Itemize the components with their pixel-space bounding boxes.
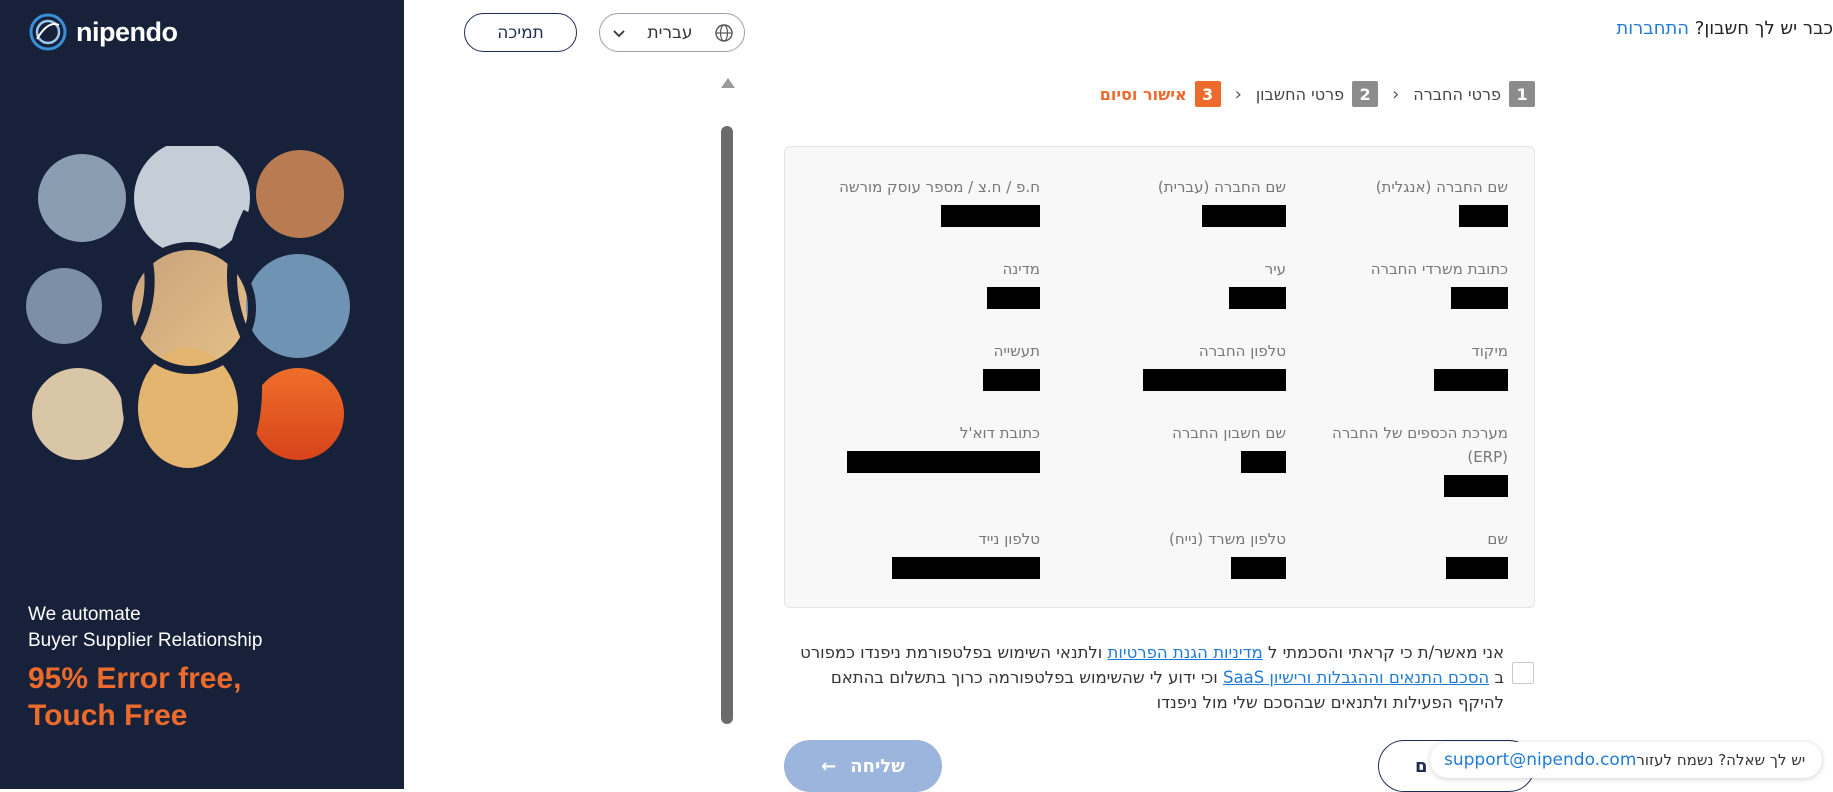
scroll-up-arrow-icon[interactable] bbox=[721, 78, 735, 88]
field-country: מדינה bbox=[808, 257, 1040, 339]
globe-icon bbox=[715, 23, 733, 42]
field-email: כתובת דוא'ל bbox=[808, 421, 1040, 527]
redacted-value bbox=[892, 557, 1040, 579]
step-company-details: 1 פרטי החברה bbox=[1413, 81, 1535, 107]
progress-stepper: 1 פרטי החברה ‹ 2 פרטי החשבון ‹ 3 אישור ו… bbox=[1060, 80, 1535, 108]
field-erp: מערכת הכספים של החברה (ERP) bbox=[1286, 421, 1508, 527]
field-label: מיקוד bbox=[1471, 342, 1508, 360]
redacted-value bbox=[987, 287, 1040, 309]
field-mobile-phone: טלפון נייד bbox=[808, 527, 1040, 609]
redacted-value bbox=[1444, 475, 1508, 497]
field-label: מדינה bbox=[1002, 260, 1040, 278]
field-label: תעשייה bbox=[993, 342, 1040, 360]
support-email-link[interactable]: support@nipendo.com bbox=[1444, 750, 1636, 770]
privacy-policy-link[interactable]: מדיניות הגנת הפרטיות bbox=[1108, 643, 1263, 662]
field-office-address: כתובת משרדי החברה bbox=[1286, 257, 1508, 339]
field-label: עיר bbox=[1264, 260, 1286, 278]
field-label: כתובת דוא'ל bbox=[959, 424, 1040, 442]
field-zip: מיקוד bbox=[1286, 339, 1508, 421]
summary-grid: שם החברה (אנגלית) שם החברה (עברית) ח.פ /… bbox=[808, 175, 1508, 609]
chevron-left-icon: ‹ bbox=[1234, 83, 1242, 105]
step-number: 2 bbox=[1352, 81, 1379, 107]
field-label: מערכת הכספים של החברה (ERP) bbox=[1332, 424, 1508, 466]
chevron-left-icon: ‹ bbox=[1392, 83, 1400, 105]
tagline-line-1: We automate bbox=[28, 604, 141, 625]
step-account-details: 2 פרטי החשבון bbox=[1255, 81, 1379, 107]
step-label: פרטי החברה bbox=[1413, 84, 1501, 104]
consent-checkbox[interactable] bbox=[1512, 662, 1534, 684]
headline-line-2: Touch Free bbox=[28, 699, 188, 732]
redacted-value bbox=[1459, 205, 1508, 227]
field-label: שם חשבון החברה bbox=[1172, 424, 1286, 442]
arrow-left-icon: ← bbox=[821, 755, 837, 777]
tagline-line-2: Buyer Supplier Relationship bbox=[28, 630, 263, 651]
field-company-phone: טלפון החברה bbox=[1040, 339, 1286, 421]
back-label: ם bbox=[1415, 755, 1428, 777]
redacted-value bbox=[1241, 451, 1286, 473]
field-label: טלפון החברה bbox=[1198, 342, 1286, 360]
redacted-value bbox=[1446, 557, 1508, 579]
step-label: פרטי החשבון bbox=[1255, 84, 1345, 104]
field-company-id: ח.פ / ח.צ / מספר עוסק מורשה bbox=[808, 175, 1040, 257]
step-number: 3 bbox=[1194, 81, 1221, 107]
field-account-name: שם חשבון החברה bbox=[1040, 421, 1286, 527]
redacted-value bbox=[847, 451, 1040, 473]
help-text: יש לך שאלה? נשמח לעזור bbox=[1636, 751, 1806, 769]
consent-text: אני מאשר/ת כי קראתי והסכמתי ל מדיניות הג… bbox=[800, 640, 1504, 715]
hero-illustration bbox=[26, 146, 350, 468]
redacted-value bbox=[941, 205, 1040, 227]
redacted-value bbox=[1229, 287, 1286, 309]
field-label: שם החברה (עברית) bbox=[1157, 178, 1286, 196]
field-label: שם bbox=[1487, 530, 1508, 548]
brand-logo[interactable]: nipendo bbox=[28, 12, 178, 52]
step-number: 1 bbox=[1509, 81, 1535, 107]
redacted-value bbox=[1202, 205, 1286, 227]
field-company-name-he: שם החברה (עברית) bbox=[1040, 175, 1286, 257]
redacted-value bbox=[983, 369, 1040, 391]
brand-name: nipendo bbox=[76, 16, 178, 47]
field-office-phone: טלפון משרד (נייח) bbox=[1040, 527, 1286, 609]
step-confirm-finish: 3 אישור וסיום bbox=[1100, 81, 1221, 107]
login-prompt: כבר יש לך חשבון? התחברות bbox=[1616, 18, 1833, 39]
support-button[interactable]: תמיכה bbox=[464, 13, 577, 52]
step-label: אישור וסיום bbox=[1099, 84, 1187, 104]
field-label: כתובת משרדי החברה bbox=[1370, 260, 1508, 278]
headline: 95% Error free, Touch Free bbox=[28, 660, 241, 734]
redacted-value bbox=[1231, 557, 1286, 579]
redacted-value bbox=[1434, 369, 1508, 391]
field-city: עיר bbox=[1040, 257, 1286, 339]
tagline: We automate Buyer Supplier Relationship bbox=[28, 602, 262, 654]
field-company-name-en: שם החברה (אנגלית) bbox=[1286, 175, 1508, 257]
terms-saas-link[interactable]: הסכם התנאים וההגבלות ורישיון SaaS bbox=[1223, 668, 1489, 687]
login-link[interactable]: התחברות bbox=[1616, 18, 1689, 39]
field-name: שם bbox=[1286, 527, 1508, 609]
headline-line-1: 95% Error free, bbox=[28, 662, 242, 695]
help-chip: יש לך שאלה? נשמח לעזור support@nipendo.c… bbox=[1430, 742, 1822, 778]
scrollbar[interactable] bbox=[718, 72, 736, 789]
chevron-down-icon bbox=[613, 29, 625, 37]
scrollbar-thumb[interactable] bbox=[721, 126, 733, 724]
field-label: טלפון נייד bbox=[978, 530, 1040, 548]
summary-card: שם החברה (אנגלית) שם החברה (עברית) ח.פ /… bbox=[784, 146, 1535, 608]
field-label: שם החברה (אנגלית) bbox=[1375, 178, 1508, 196]
field-label: ח.פ / ח.צ / מספר עוסק מורשה bbox=[839, 178, 1040, 196]
send-label: שליחה bbox=[850, 755, 905, 777]
nipendo-logo-icon bbox=[29, 13, 67, 51]
redacted-value bbox=[1143, 369, 1286, 391]
language-select[interactable]: עברית bbox=[599, 13, 745, 52]
language-selected: עברית bbox=[647, 22, 693, 43]
send-button[interactable]: שליחה ← bbox=[784, 740, 942, 792]
field-industry: תעשייה bbox=[808, 339, 1040, 421]
consent-part-1: אני מאשר/ת כי קראתי והסכמתי ל bbox=[1262, 643, 1504, 662]
sidebar: nipendo We automate Buyer Supplier Relat… bbox=[0, 0, 404, 789]
login-prompt-text: כבר יש לך חשבון? bbox=[1694, 18, 1833, 39]
field-label: טלפון משרד (נייח) bbox=[1168, 530, 1286, 548]
redacted-value bbox=[1451, 287, 1508, 309]
